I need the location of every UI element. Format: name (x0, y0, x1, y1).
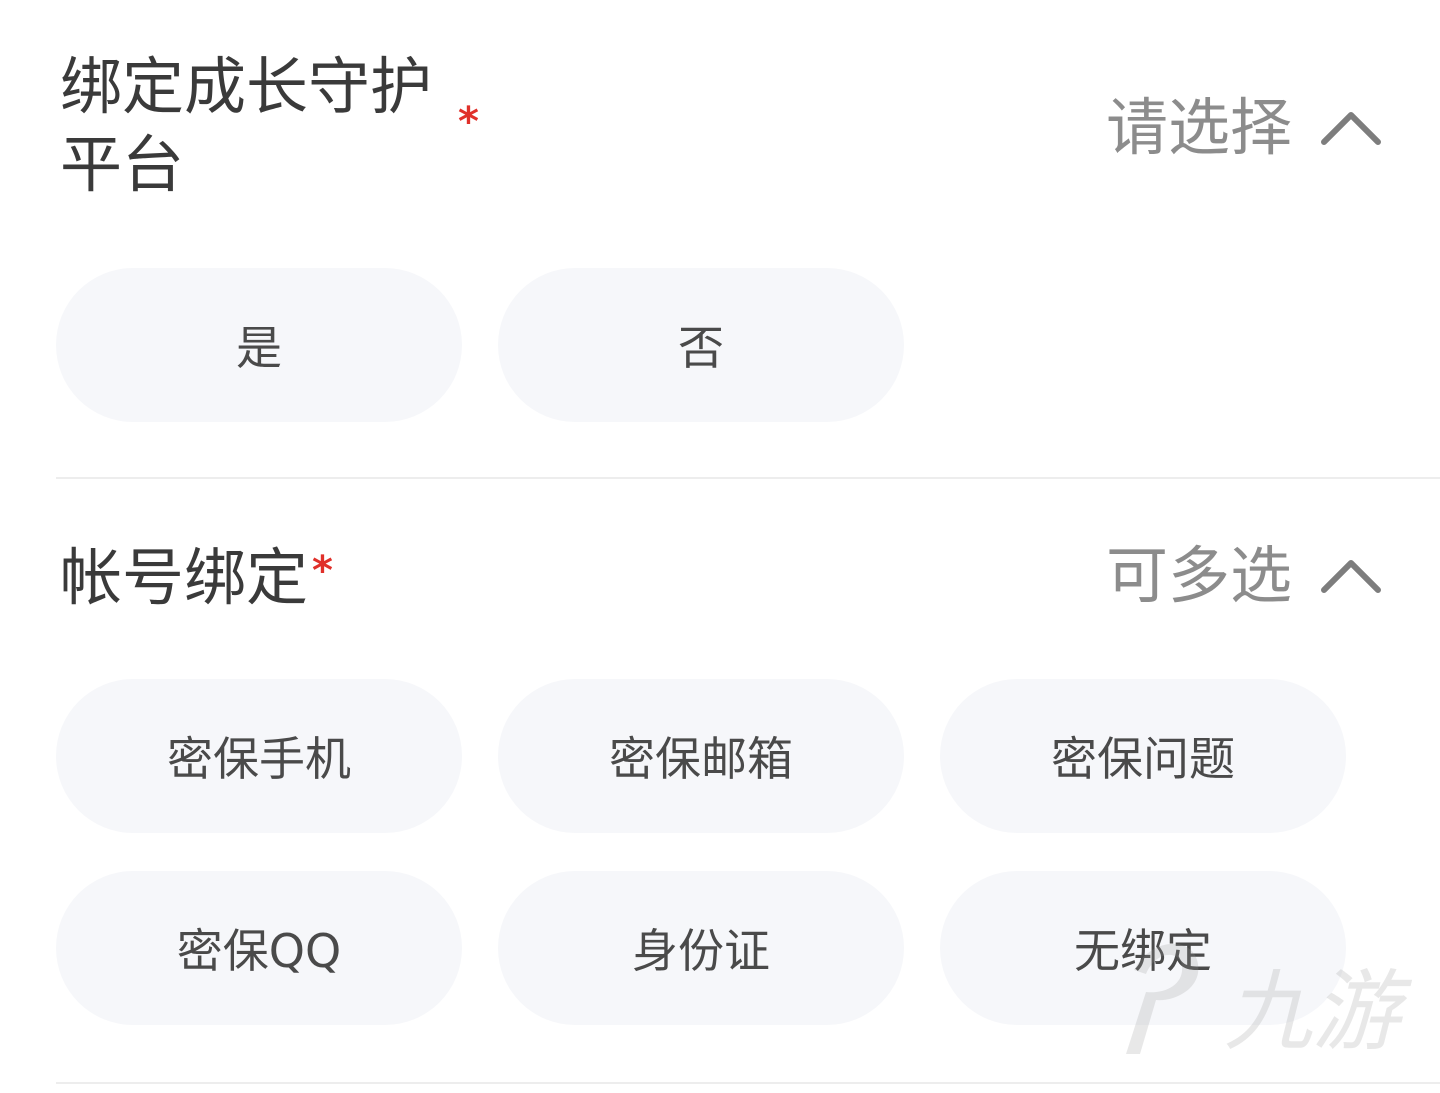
option-no-binding-button[interactable]: 无绑定 (940, 871, 1346, 1025)
picker-hint: 可多选 (1105, 539, 1292, 612)
chevron-up-icon (1321, 112, 1381, 145)
option-no-button[interactable]: 否 (498, 268, 904, 422)
option-yes-button[interactable]: 是 (56, 268, 462, 422)
option-id-card-button[interactable]: 身份证 (498, 871, 904, 1025)
required-asterisk: * (312, 548, 333, 594)
required-asterisk: * (458, 99, 479, 145)
growth-guard-section: 绑定成长守护平台 * 请选择 是 否 (0, 0, 1440, 478)
section-divider (56, 1082, 1440, 1084)
chevron-up-icon (1321, 560, 1381, 593)
option-security-email-button[interactable]: 密保邮箱 (498, 679, 904, 833)
account-binding-picker[interactable]: 可多选 (1106, 536, 1382, 616)
option-security-question-button[interactable]: 密保问题 (940, 679, 1346, 833)
option-security-phone-button[interactable]: 密保手机 (56, 679, 462, 833)
growth-guard-title: 绑定成长守护平台 (60, 50, 433, 201)
option-security-qq-button[interactable]: 密保QQ (56, 871, 462, 1025)
account-binding-section: 帐号绑定 * 可多选 密保手机 密保邮箱 密保问题 密保QQ 身份证 无绑定 (0, 479, 1440, 1083)
account-binding-title: 帐号绑定 (60, 541, 309, 614)
picker-placeholder: 请选择 (1105, 91, 1292, 164)
growth-guard-picker[interactable]: 请选择 (1106, 88, 1382, 168)
